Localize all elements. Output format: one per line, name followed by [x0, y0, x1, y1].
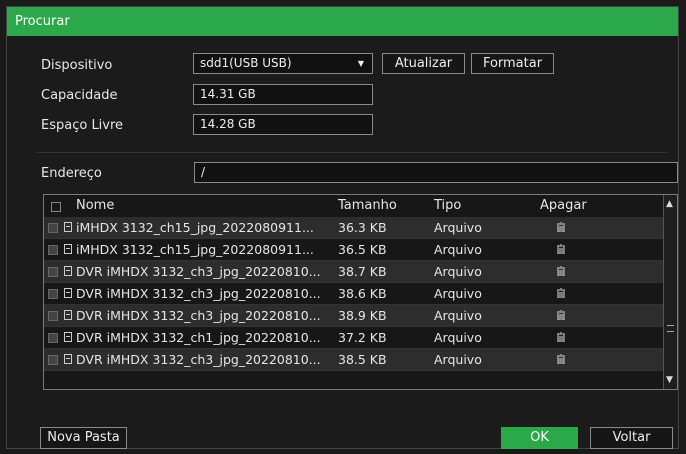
free-space-field: 14.28 GB [193, 114, 373, 135]
table-row[interactable]: DVR iMHDX 3132_ch3_jpg_20220810... 38.5 … [44, 349, 666, 371]
file-size: 38.9 KB [338, 308, 387, 323]
file-icon [64, 288, 72, 298]
file-size: 36.3 KB [338, 220, 387, 235]
file-name: DVR iMHDX 3132_ch1_jpg_20220810... [76, 330, 321, 345]
dialog-title: Procurar [7, 7, 678, 36]
file-name: DVR iMHDX 3132_ch3_jpg_20220810... [76, 286, 321, 301]
scroll-thumb[interactable] [667, 325, 674, 332]
refresh-button[interactable]: Atualizar [382, 53, 465, 74]
row-checkbox[interactable] [48, 333, 58, 343]
column-name: Nome [76, 198, 115, 213]
file-size: 36.5 KB [338, 242, 387, 257]
file-size: 38.7 KB [338, 264, 387, 279]
file-type: Arquivo [434, 330, 482, 345]
file-name: iMHDX 3132_ch15_jpg_2022080911... [76, 220, 314, 235]
trash-icon[interactable] [557, 244, 565, 254]
file-icon [64, 266, 72, 276]
scroll-up-icon[interactable]: ▲ [666, 199, 673, 209]
table-header: Nome Tamanho Tipo Apagar [44, 195, 666, 217]
file-type: Arquivo [434, 220, 482, 235]
file-type: Arquivo [434, 352, 482, 367]
trash-icon[interactable] [557, 288, 565, 298]
search-dialog: Procurar Dispositivo sdd1(USB USB) ▼ Atu… [6, 6, 679, 449]
file-icon [64, 310, 72, 320]
new-folder-button[interactable]: Nova Pasta [40, 427, 127, 449]
file-type: Arquivo [434, 286, 482, 301]
file-icon [64, 354, 72, 364]
column-type: Tipo [434, 198, 462, 213]
file-size: 38.6 KB [338, 286, 387, 301]
device-select[interactable]: sdd1(USB USB) ▼ [193, 53, 373, 74]
file-name: DVR iMHDX 3132_ch3_jpg_20220810... [76, 308, 321, 323]
table-row[interactable]: iMHDX 3132_ch15_jpg_2022080911... 36.3 K… [44, 217, 666, 239]
file-name: DVR iMHDX 3132_ch3_jpg_20220810... [76, 352, 321, 367]
device-select-value: sdd1(USB USB) [200, 56, 292, 70]
divider [37, 152, 668, 153]
row-checkbox[interactable] [48, 223, 58, 233]
table-row[interactable]: DVR iMHDX 3132_ch3_jpg_20220810... 38.6 … [44, 283, 666, 305]
trash-icon[interactable] [557, 310, 565, 320]
trash-icon[interactable] [557, 266, 565, 276]
file-size: 37.2 KB [338, 330, 387, 345]
row-checkbox[interactable] [48, 289, 58, 299]
file-type: Arquivo [434, 242, 482, 257]
format-button[interactable]: Formatar [471, 53, 554, 74]
chevron-down-icon: ▼ [357, 59, 364, 68]
ok-button[interactable]: OK [501, 427, 578, 449]
file-icon [64, 332, 72, 342]
capacity-label: Capacidade [41, 88, 118, 103]
table-row[interactable]: iMHDX 3132_ch15_jpg_2022080911... 36.5 K… [44, 239, 666, 261]
file-icon [64, 222, 72, 232]
file-size: 38.5 KB [338, 352, 387, 367]
table-scrollbar[interactable]: ▲ ▼ [663, 195, 677, 389]
row-checkbox[interactable] [48, 355, 58, 365]
table-row[interactable]: DVR iMHDX 3132_ch1_jpg_20220810... 37.2 … [44, 327, 666, 349]
row-checkbox[interactable] [48, 311, 58, 321]
file-name: DVR iMHDX 3132_ch3_jpg_20220810... [76, 264, 321, 279]
trash-icon[interactable] [557, 222, 565, 232]
file-type: Arquivo [434, 264, 482, 279]
scroll-down-icon[interactable]: ▼ [666, 375, 673, 385]
file-icon [64, 244, 72, 254]
column-size: Tamanho [338, 198, 397, 213]
address-field[interactable]: / [194, 162, 678, 183]
device-label: Dispositivo [41, 58, 113, 73]
select-all-checkbox[interactable] [51, 202, 61, 212]
table-row[interactable]: DVR iMHDX 3132_ch3_jpg_20220810... 38.7 … [44, 261, 666, 283]
address-label: Endereço [41, 166, 102, 181]
capacity-field: 14.31 GB [193, 84, 373, 105]
file-name: iMHDX 3132_ch15_jpg_2022080911... [76, 242, 314, 257]
trash-icon[interactable] [557, 332, 565, 342]
file-table: Nome Tamanho Tipo Apagar iMHDX 3132_ch15… [43, 194, 678, 390]
row-checkbox[interactable] [48, 267, 58, 277]
column-delete: Apagar [540, 198, 587, 213]
back-button[interactable]: Voltar [590, 427, 673, 449]
table-row[interactable]: DVR iMHDX 3132_ch3_jpg_20220810... 38.9 … [44, 305, 666, 327]
free-space-label: Espaço Livre [41, 118, 124, 133]
trash-icon[interactable] [557, 354, 565, 364]
file-type: Arquivo [434, 308, 482, 323]
row-checkbox[interactable] [48, 245, 58, 255]
